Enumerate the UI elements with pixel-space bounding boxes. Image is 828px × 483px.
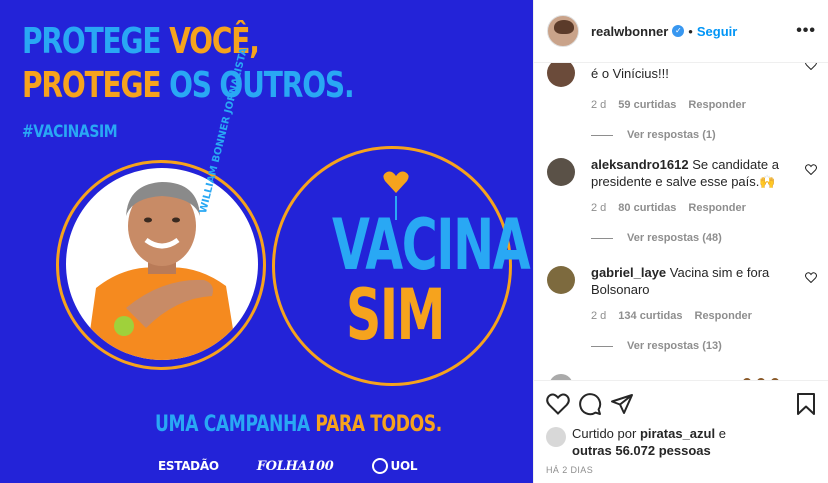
view-replies-button[interactable]: Ver respostas (1) xyxy=(591,129,817,141)
like-icon[interactable] xyxy=(546,393,570,415)
hashtag: #VACINASIM xyxy=(22,122,118,142)
comment: gabriel_laye Vacina sim e fora Bolsonaro… xyxy=(547,264,817,352)
heart-icon xyxy=(383,170,409,199)
commenter-username[interactable]: gabriel_laye xyxy=(591,265,666,280)
more-options-icon[interactable]: ••• xyxy=(796,22,816,40)
author-avatar[interactable] xyxy=(547,15,579,47)
vacina-sim-logo: VACINA SIM xyxy=(332,204,531,356)
replies-line xyxy=(591,237,613,239)
commenter-avatar[interactable] xyxy=(547,266,575,294)
liker-avatar[interactable] xyxy=(546,427,566,447)
liked-by: Curtido por piratas_azul e outras 56.072… xyxy=(546,425,816,459)
replies-line xyxy=(591,134,613,136)
like-comment-icon[interactable] xyxy=(805,63,817,87)
comment-likes[interactable]: 134 curtidas xyxy=(618,310,682,322)
author-username[interactable]: realwbonner xyxy=(591,24,668,39)
post-header: realwbonner ✓ • Seguir ••• xyxy=(534,0,828,63)
follow-button[interactable]: Seguir xyxy=(697,24,737,39)
separator-dot: • xyxy=(688,23,693,39)
headline-word: PROTEGE xyxy=(22,65,162,106)
view-replies-label: Ver respostas (48) xyxy=(627,232,722,244)
comment-likes[interactable]: 59 curtidas xyxy=(618,99,676,111)
view-replies-label: Ver respostas (13) xyxy=(627,340,722,352)
comment: é o Vinícius!!! 2 d 59 curtidas Responde… xyxy=(547,63,817,141)
comment-meta: 2 d 59 curtidas Responder xyxy=(591,99,817,111)
liked-by-text: Curtido por piratas_azul e outras 56.072… xyxy=(572,425,726,459)
comment-icon[interactable] xyxy=(578,392,602,416)
commenter-avatar[interactable] xyxy=(547,158,575,186)
liked-prefix: Curtido por xyxy=(572,426,637,441)
comment-time[interactable]: 2 d xyxy=(591,202,606,214)
folha-logo: FOLHA100 xyxy=(256,458,334,474)
reply-button[interactable]: Responder xyxy=(695,310,752,322)
comment-text: é o Vinícius!!! xyxy=(591,66,669,81)
like-comment-icon[interactable] xyxy=(805,270,817,298)
comment-text: aleksandro1612 Se candidate a presidente… xyxy=(591,156,787,190)
view-replies-button[interactable]: Ver respostas (13) xyxy=(591,340,817,352)
post-image[interactable]: PROTEGE VOCÊ, PROTEGE OS OUTROS. #VACINA… xyxy=(0,0,533,483)
comment-meta: 2 d 134 curtidas Responder xyxy=(591,310,817,322)
vacina-word: VACINA xyxy=(332,204,531,286)
headline-word: PROTEGE xyxy=(22,21,162,62)
like-comment-icon[interactable] xyxy=(805,162,817,190)
action-bar xyxy=(546,381,816,427)
estadao-logo: ESTADÃO xyxy=(158,459,219,473)
post-timestamp[interactable]: HÁ 2 DIAS xyxy=(546,465,816,475)
commenter-username[interactable]: aleksandro1612 xyxy=(591,157,689,172)
comment-time[interactable]: 2 d xyxy=(591,310,606,322)
comment: aleksandro1612 Se candidate a presidente… xyxy=(547,156,817,244)
view-replies-label: Ver respostas (1) xyxy=(627,129,716,141)
sim-word: SIM xyxy=(345,274,445,356)
headline: PROTEGE VOCÊ, PROTEGE OS OUTROS. xyxy=(22,20,355,108)
verified-badge-icon: ✓ xyxy=(672,25,685,37)
commenter-avatar[interactable] xyxy=(547,63,575,87)
post-actions: Curtido por piratas_azul e outras 56.072… xyxy=(534,380,828,475)
save-icon[interactable] xyxy=(796,392,816,416)
liked-conjunction: e xyxy=(718,426,726,441)
uol-label: UOL xyxy=(390,459,418,473)
uol-logo: UOL xyxy=(371,458,418,474)
reply-button[interactable]: Responder xyxy=(688,99,745,111)
share-icon[interactable] xyxy=(610,392,634,416)
comment-text: gabriel_laye Vacina sim e fora Bolsonaro xyxy=(591,264,787,298)
headline-word: OS OUTROS. xyxy=(169,65,355,106)
comments-list[interactable]: é o Vinícius!!! 2 d 59 curtidas Responde… xyxy=(534,63,828,380)
campaign-part: PARA TODOS. xyxy=(315,412,442,437)
comment-time[interactable]: 2 d xyxy=(591,99,606,111)
post-side-panel: realwbonner ✓ • Seguir ••• é o Vinícius!… xyxy=(533,0,828,483)
reply-button[interactable]: Responder xyxy=(688,202,745,214)
view-replies-button[interactable]: Ver respostas (48) xyxy=(591,232,817,244)
sponsor-logos: ESTADÃO FOLHA100 UOL xyxy=(158,458,418,474)
comment-likes[interactable]: 80 curtidas xyxy=(618,202,676,214)
liker-username[interactable]: piratas_azul xyxy=(640,426,715,441)
replies-line xyxy=(591,345,613,347)
comment-meta: 2 d 80 curtidas Responder xyxy=(591,202,817,214)
person-photo xyxy=(66,168,258,360)
likes-count-button[interactable]: outras 56.072 pessoas xyxy=(572,443,711,458)
uol-ring-icon xyxy=(371,458,388,474)
campaign-slogan: UMA CAMPANHA PARA TODOS. xyxy=(155,412,442,437)
campaign-part: UMA CAMPANHA xyxy=(155,412,310,437)
